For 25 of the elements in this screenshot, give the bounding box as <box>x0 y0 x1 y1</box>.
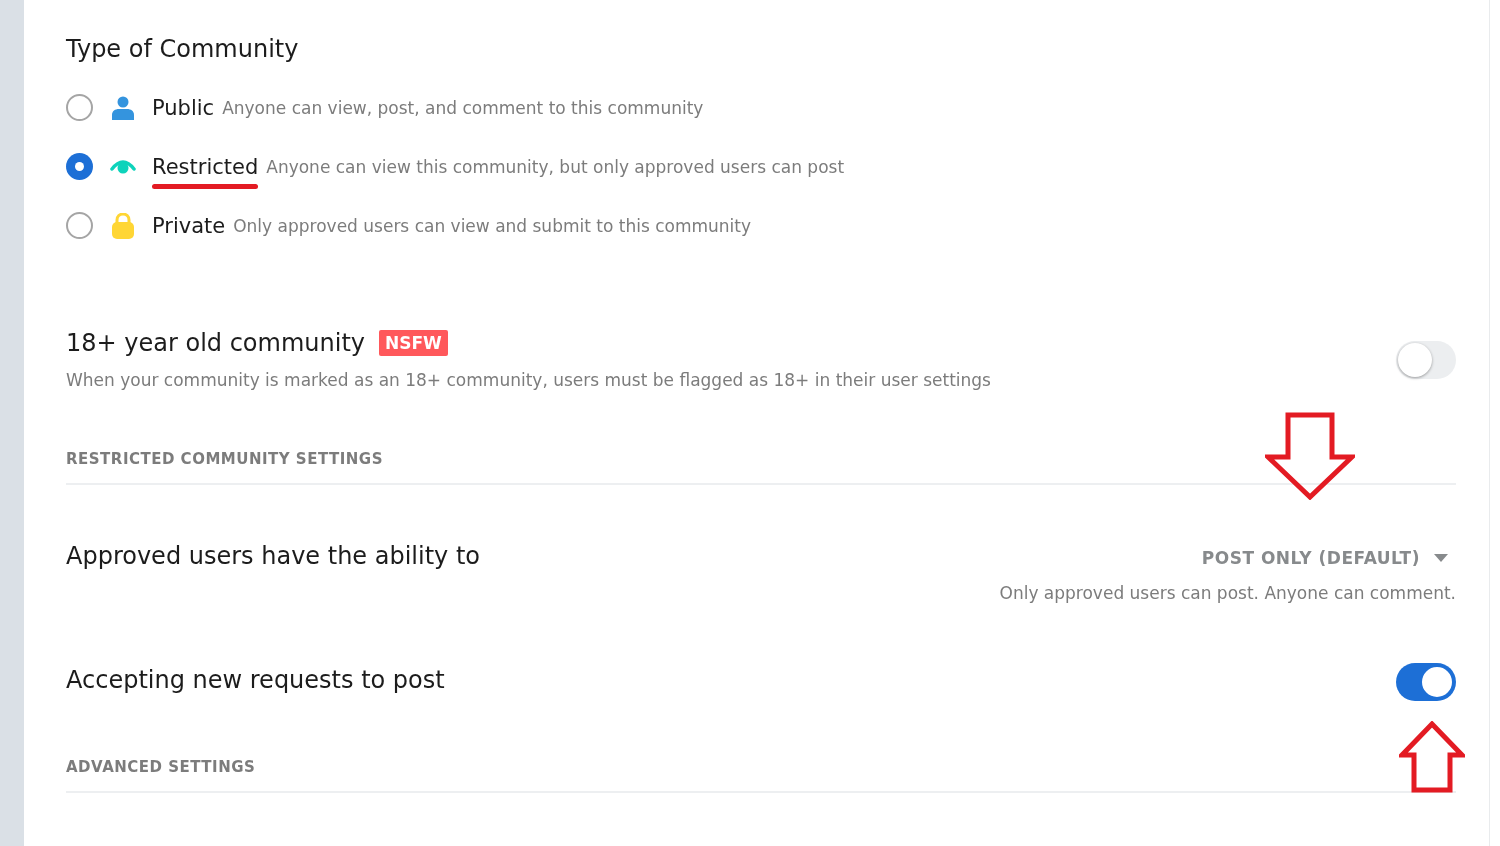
option-label: Private <box>152 213 226 238</box>
section-heading: ADVANCED SETTINGS <box>66 758 256 776</box>
permission-dropdown[interactable]: POST ONLY (DEFAULT) <box>1201 544 1448 572</box>
option-label: Restricted <box>152 154 259 179</box>
setting-title: Accepting new requests to post <box>66 665 445 696</box>
setting-description: Only approved users can post. Anyone can comment. <box>999 582 1456 605</box>
section-heading: RESTRICTED COMMUNITY SETTINGS <box>66 450 383 468</box>
nsfw-tag: NSFW <box>379 330 448 356</box>
option-description: Anyone can view, post, and comment to this community <box>222 96 704 120</box>
option-label: Public <box>152 95 215 120</box>
setting-title: Approved users have the ability to <box>66 541 481 572</box>
radio-button[interactable] <box>66 212 93 239</box>
option-description: Anyone can view this community, but only approved users can post <box>266 155 845 179</box>
section-title: Type of Community <box>66 34 299 65</box>
setting-title: 18+ year old community <box>66 328 365 359</box>
eye-icon <box>110 159 136 174</box>
caret-icon <box>1434 554 1448 562</box>
person-icon <box>112 95 134 120</box>
toggle-switch[interactable] <box>1396 340 1456 379</box>
toggle-switch[interactable] <box>1396 663 1456 701</box>
option-description: Only approved users can view and submit to this community <box>233 214 752 238</box>
padlock-icon <box>112 212 134 239</box>
radio-button[interactable] <box>66 94 93 121</box>
radio-button[interactable] <box>66 153 93 180</box>
setting-description: When your community is marked as an 18+ community, users must be flagged as 18+ in their user settings <box>66 369 991 392</box>
